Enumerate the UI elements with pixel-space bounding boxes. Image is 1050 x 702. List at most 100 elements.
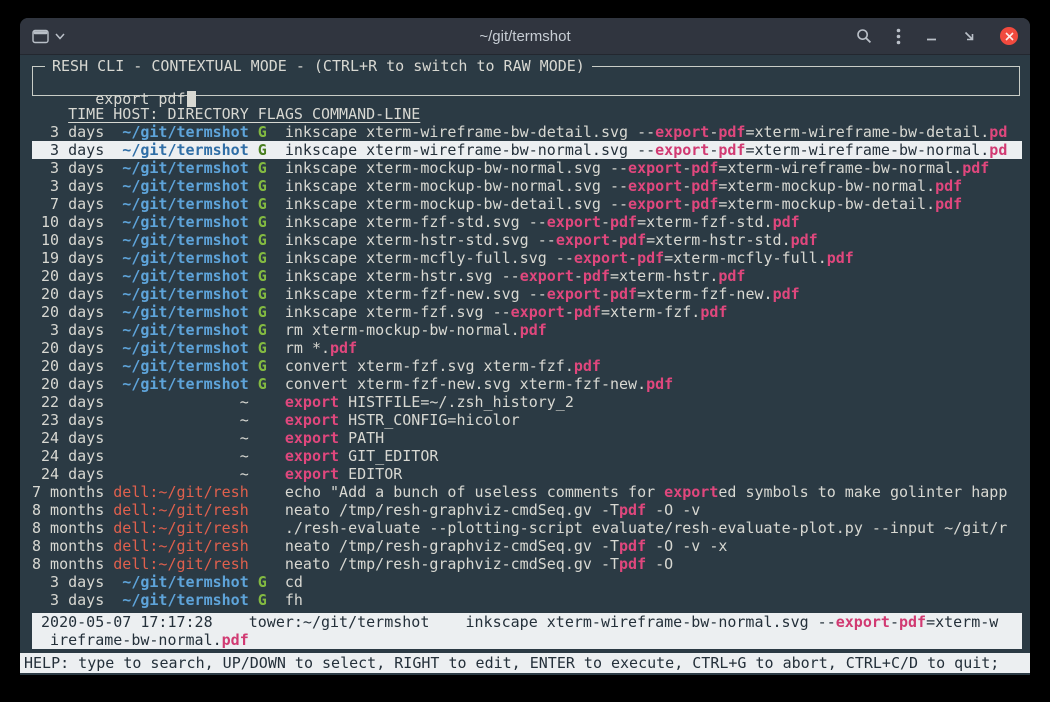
kebab-menu-icon xyxy=(896,28,901,45)
flags-cell: G xyxy=(258,339,267,357)
history-row: 7 days ~/git/termshot G inkscape xterm-m… xyxy=(32,195,1022,213)
host-directory-cell: ~/git/termshot xyxy=(113,375,248,393)
terminal-screen[interactable]: RESH CLI - CONTEXTUAL MODE - (CTRL+R to … xyxy=(20,55,1030,675)
flags-cell: G xyxy=(258,303,267,321)
search-match: export xyxy=(628,177,682,195)
host-directory-cell: ~/git/termshot xyxy=(113,573,248,591)
time-cell: 8 months xyxy=(32,519,104,537)
time-cell: 7 months xyxy=(32,483,104,501)
command-cell: inkscape xterm-wireframe-bw-detail.svg -… xyxy=(285,123,1007,141)
titlebar-left xyxy=(32,29,262,44)
time-cell: 24 days xyxy=(32,429,104,447)
host-directory-cell: ~/git/termshot xyxy=(113,231,248,249)
command-cell: export EDITOR xyxy=(285,465,402,483)
host-directory-cell: ~/git/termshot xyxy=(113,591,248,609)
host-directory-cell: ~ xyxy=(113,465,248,483)
time-cell: 20 days xyxy=(32,303,104,321)
search-match: export xyxy=(547,213,601,231)
search-match: export xyxy=(628,159,682,177)
minimize-button[interactable] xyxy=(925,30,938,43)
host-directory-cell: ~ xyxy=(113,393,248,411)
chevron-down-icon xyxy=(55,33,65,40)
search-match: pdf xyxy=(574,357,601,375)
new-terminal-dropdown-button[interactable] xyxy=(32,29,65,44)
history-row: 3 days ~/git/termshot G fh xyxy=(32,591,1022,609)
search-match: pdf xyxy=(222,631,249,649)
command-cell: neato /tmp/resh-graphviz-cmdSeq.gv -Tpdf… xyxy=(285,501,700,519)
history-row: 8 months dell:~/git/resh neato /tmp/resh… xyxy=(32,537,1022,555)
command-cell: convert xterm-fzf-new.svg xterm-fzf-new.… xyxy=(285,375,673,393)
history-row: 24 days ~ export GIT_EDITOR xyxy=(32,447,1022,465)
restore-button[interactable] xyxy=(962,29,976,43)
flags-cell: G xyxy=(258,123,267,141)
close-icon xyxy=(1000,27,1018,45)
search-match: export xyxy=(556,231,610,249)
history-row: 22 days ~ export HISTFILE=~/.zsh_history… xyxy=(32,393,1022,411)
search-match: pdf xyxy=(619,537,646,555)
time-cell: 20 days xyxy=(32,375,104,393)
time-cell: 24 days xyxy=(32,447,104,465)
search-match: export xyxy=(285,429,339,447)
history-list: 3 days ~/git/termshot G inkscape xterm-w… xyxy=(32,123,1022,609)
time-cell: 20 days xyxy=(32,267,104,285)
flags-cell: G xyxy=(258,375,267,393)
search-query-text: export pdf xyxy=(95,90,185,108)
host-directory-cell: dell:~/git/resh xyxy=(113,555,248,573)
time-cell: 23 days xyxy=(32,411,104,429)
host-directory-cell: ~/git/termshot xyxy=(113,357,248,375)
flags-cell xyxy=(258,537,267,555)
terminal-icon xyxy=(32,29,49,44)
flags-cell xyxy=(258,429,267,447)
history-row: 10 days ~/git/termshot G inkscape xterm-… xyxy=(32,231,1022,249)
time-cell: 20 days xyxy=(32,285,104,303)
search-match: pd xyxy=(989,141,1007,159)
close-button[interactable] xyxy=(1000,27,1018,45)
search-match: pdf xyxy=(610,213,637,231)
search-match: pdf xyxy=(646,375,673,393)
history-row: 24 days ~ export PATH xyxy=(32,429,1022,447)
time-cell: 8 months xyxy=(32,555,104,573)
flags-cell: G xyxy=(258,285,267,303)
search-match: pdf xyxy=(330,339,357,357)
help-bar: HELP: type to search, UP/DOWN to select,… xyxy=(20,653,1030,673)
history-row: 3 days ~/git/termshot G inkscape xterm-w… xyxy=(32,123,1022,141)
host-directory-cell: ~ xyxy=(113,411,248,429)
time-cell: 3 days xyxy=(32,177,104,195)
time-cell: 24 days xyxy=(32,465,104,483)
history-row: 24 days ~ export EDITOR xyxy=(32,465,1022,483)
flags-cell xyxy=(258,465,267,483)
command-cell: rm xterm-mockup-bw-normal.pdf xyxy=(285,321,547,339)
search-match: pdf xyxy=(619,231,646,249)
search-match: pdf xyxy=(935,195,962,213)
search-match: pdf xyxy=(718,123,745,141)
restore-icon xyxy=(962,29,976,43)
time-cell: 3 days xyxy=(32,159,104,177)
history-row: 20 days ~/git/termshot G rm *.pdf xyxy=(32,339,1022,357)
history-row: 23 days ~ export HSTR_CONFIG=hicolor xyxy=(32,411,1022,429)
host-directory-cell: ~/git/termshot xyxy=(113,339,248,357)
command-cell: neato /tmp/resh-graphviz-cmdSeq.gv -Tpdf… xyxy=(285,555,673,573)
history-row: 20 days ~/git/termshot G inkscape xterm-… xyxy=(32,267,1022,285)
command-cell: export GIT_EDITOR xyxy=(285,447,439,465)
command-cell: export HISTFILE=~/.zsh_history_2 xyxy=(285,393,574,411)
flags-cell xyxy=(258,393,267,411)
command-cell: inkscape xterm-fzf-std.svg --export-pdf=… xyxy=(285,213,800,231)
command-cell: echo "Add a bunch of useless comments fo… xyxy=(285,483,1007,501)
command-cell: inkscape xterm-hstr-std.svg --export-pdf… xyxy=(285,231,818,249)
search-match: pdf xyxy=(962,159,989,177)
command-cell: cd xyxy=(285,573,303,591)
search-button[interactable] xyxy=(856,28,872,44)
menu-button[interactable] xyxy=(896,28,901,45)
text-cursor xyxy=(187,91,196,107)
search-match: pdf xyxy=(637,249,664,267)
search-input[interactable]: RESH CLI - CONTEXTUAL MODE - (CTRL+R to … xyxy=(32,66,1020,96)
time-cell: 20 days xyxy=(32,339,104,357)
detail-line: ireframe-bw-normal.pdf xyxy=(32,631,1022,649)
titlebar-right xyxy=(788,27,1018,45)
detail-line: 2020-05-07 17:17:28 tower:~/git/termshot… xyxy=(32,613,1022,631)
command-cell: convert xterm-fzf.svg xterm-fzf.pdf xyxy=(285,357,601,375)
host-directory-cell: ~/git/termshot xyxy=(113,267,248,285)
search-match: export xyxy=(628,195,682,213)
search-match: pdf xyxy=(773,285,800,303)
search-match: pdf xyxy=(691,195,718,213)
